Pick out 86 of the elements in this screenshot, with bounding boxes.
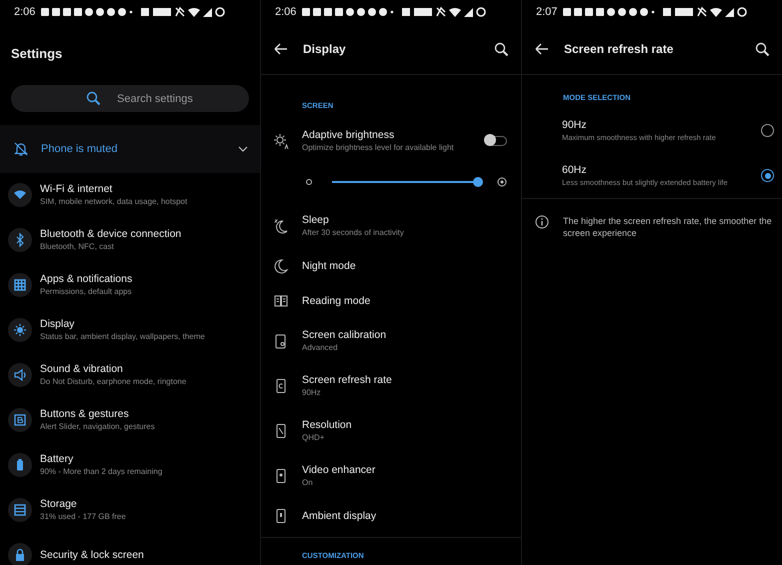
screen-title: Screen refresh rate	[564, 42, 674, 56]
item-title: Adaptive brightness	[302, 129, 396, 141]
settings-item[interactable]: Night mode	[261, 248, 521, 283]
settings-item[interactable]: Display Status bar, ambient display, wallpapers, theme	[0, 307, 260, 352]
back-button[interactable]	[534, 42, 550, 56]
moon-icon	[273, 258, 289, 274]
item-title: 90Hz	[562, 119, 588, 131]
square-b-icon	[12, 412, 28, 428]
item-subtitle: QHD+	[302, 433, 326, 442]
info-text: The higher the screen refresh rate, the smoother the screen experience	[563, 215, 772, 239]
status-time: 2:06	[14, 6, 36, 18]
item-title: Sound & vibration	[40, 363, 124, 375]
muted-bell-icon	[13, 141, 29, 157]
settings-item[interactable]: Resolution QHD+	[261, 408, 521, 453]
item-title: Battery	[40, 453, 74, 465]
settings-item[interactable]: Apps & notifications Permissions, default apps	[0, 262, 260, 307]
status-time: 2:07	[536, 6, 558, 18]
search-field[interactable]: Search settings	[11, 85, 249, 112]
storage-icon	[12, 502, 28, 518]
toggle-switch[interactable]	[486, 136, 507, 146]
muted-banner[interactable]: Phone is muted	[0, 125, 260, 173]
muted-label: Phone is muted	[41, 143, 118, 155]
item-title: Bluetooth & device connection	[40, 228, 182, 240]
search-button[interactable]	[755, 42, 770, 56]
brightness-icon	[12, 322, 28, 338]
search-icon	[494, 42, 509, 56]
search-icon	[86, 91, 101, 106]
item-subtitle: Optimize brightness level for available light	[302, 143, 454, 152]
item-subtitle: Do Not Disturb, earphone mode, ringtone	[40, 377, 186, 386]
item-title: Security & lock screen	[40, 548, 144, 560]
grid-icon	[12, 276, 28, 292]
sun-a-icon	[273, 132, 289, 148]
item-title: Storage	[40, 498, 78, 510]
settings-item[interactable]: Battery 90% - More than 2 days remaining	[0, 442, 260, 487]
settings-item[interactable]: Wi-Fi & internet SIM, mobile network, data usage, hotspot	[0, 172, 260, 217]
radio-button[interactable]	[761, 169, 774, 182]
item-title: Night mode	[302, 260, 356, 272]
item-subtitle: 31% used - 177 GB free	[40, 512, 126, 521]
item-subtitle: 90% - More than 2 days remaining	[40, 467, 162, 476]
item-title: Video enhancer	[302, 464, 376, 476]
item-subtitle: Advanced	[302, 343, 339, 352]
back-button[interactable]	[273, 42, 289, 56]
search-icon	[755, 42, 770, 56]
back-arrow-icon	[273, 42, 289, 56]
screen-title: Settings	[10, 45, 64, 63]
search-button[interactable]	[494, 42, 509, 56]
moon-zz-icon	[273, 218, 289, 234]
settings-item[interactable]: Sound & vibration Do Not Disturb, earphone mode, ringtone	[0, 352, 260, 397]
item-title: Sleep	[302, 214, 330, 226]
settings-item[interactable]: Screen calibration Advanced	[261, 318, 521, 363]
item-subtitle: Permissions, default apps	[40, 287, 132, 296]
settings-item[interactable]: Bluetooth & device connection Bluetooth, NFC, cast	[0, 217, 260, 262]
settings-item[interactable]: Storage 31% used - 177 GB free	[0, 487, 260, 532]
speaker-icon	[12, 366, 28, 382]
item-title: Display	[40, 318, 76, 330]
settings-item[interactable]: Adaptive brightness Optimize brightness level for available light	[261, 118, 521, 163]
screen-title: Display	[303, 42, 346, 56]
settings-item[interactable]: Video enhancer On	[261, 453, 521, 498]
item-subtitle: Status bar, ambient display, wallpapers, theme	[40, 332, 205, 341]
item-title: Ambient display	[302, 510, 376, 522]
item-subtitle: On	[302, 478, 314, 487]
back-arrow-icon	[534, 42, 550, 56]
radio-button[interactable]	[761, 124, 774, 137]
item-subtitle: Alert Slider, navigation, gestures	[40, 422, 155, 431]
settings-item[interactable]: Ambient display	[261, 498, 521, 533]
settings-item[interactable]: Sleep After 30 seconds of inactivity	[261, 203, 521, 248]
item-title: Screen calibration	[302, 329, 386, 341]
item-title: 60Hz	[562, 164, 588, 176]
item-title: Buttons & gestures	[40, 408, 130, 420]
info-icon	[535, 215, 549, 229]
settings-item[interactable]: Reading mode	[261, 283, 521, 318]
settings-item[interactable]: Security & lock screen	[0, 532, 260, 565]
item-subtitle: After 30 seconds of inactivity	[302, 228, 404, 237]
item-subtitle: SIM, mobile network, data usage, hotspot	[40, 197, 188, 206]
item-title: Wi-Fi & internet	[40, 183, 114, 195]
item-title: Resolution	[302, 419, 352, 431]
item-title: Screen refresh rate	[302, 374, 392, 386]
settings-item[interactable]: Buttons & gestures Alert Slider, navigation, gestures	[0, 397, 260, 442]
settings-item[interactable]: Screen refresh rate 90Hz	[261, 363, 521, 408]
book-icon	[273, 292, 289, 308]
item-subtitle: 90Hz	[302, 388, 322, 397]
item-subtitle: Bluetooth, NFC, cast	[40, 242, 115, 251]
item-title: Apps & notifications	[40, 273, 132, 285]
slider-thumb[interactable]	[473, 177, 483, 187]
item-title: Reading mode	[302, 294, 370, 306]
status-time: 2:06	[275, 6, 296, 18]
